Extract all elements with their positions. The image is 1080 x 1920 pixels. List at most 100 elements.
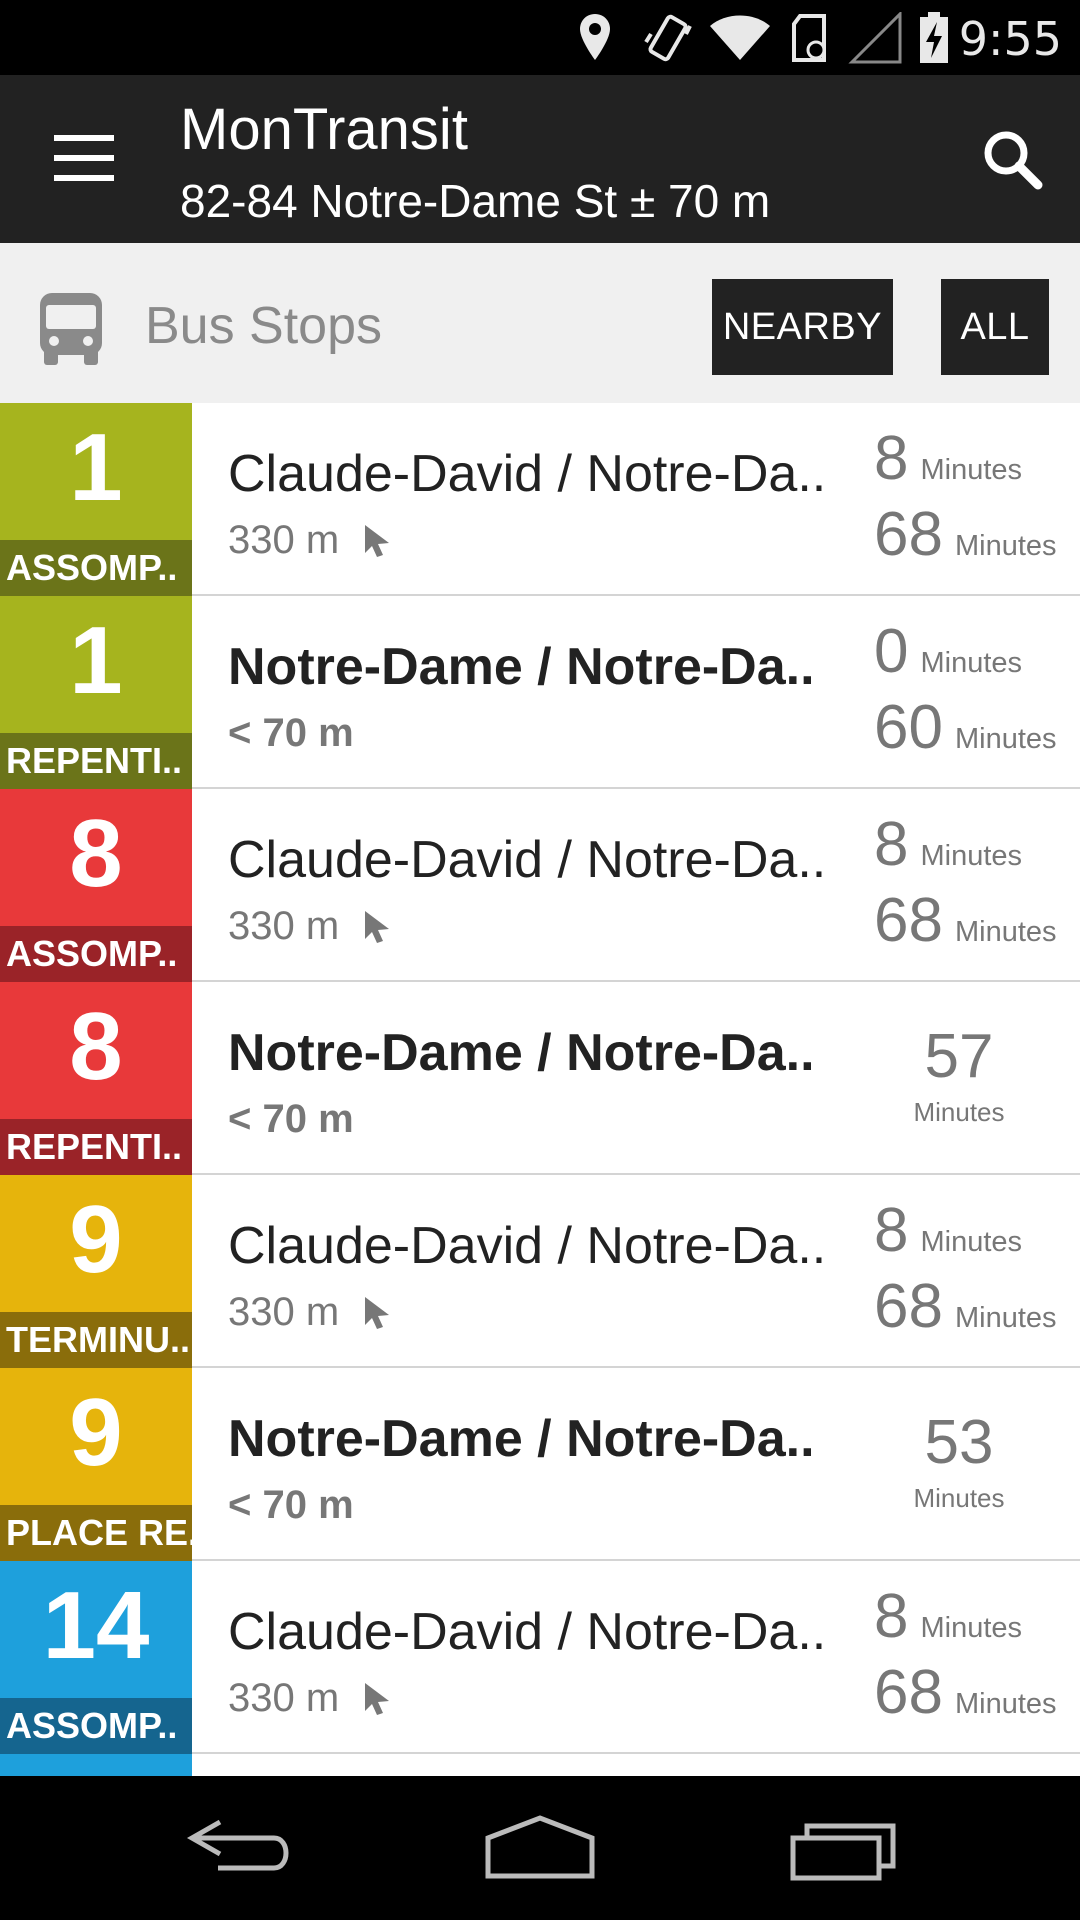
arrival-time-unit: Minutes	[920, 1612, 1023, 1644]
location-icon	[580, 14, 610, 60]
route-direction: TERMINU..	[0, 1312, 192, 1368]
stop-distance: 330 m	[228, 515, 393, 565]
stop-name: Claude-David / Notre-Da..	[228, 1217, 827, 1275]
arrival-time: 60 Minutes	[874, 690, 1057, 766]
all-button[interactable]: ALL	[941, 279, 1049, 375]
arrival-time: 8 Minutes	[874, 1193, 1044, 1269]
arrival-time-value: 8	[874, 424, 909, 493]
arrival-time: 8 Minutes	[874, 1579, 1044, 1655]
arrival-time-value: 68	[874, 500, 943, 569]
list-item[interactable]: 8 ASSOMP.. Claude-David / Notre-Da.. 330 m 8…	[0, 789, 1080, 982]
list-item-partial	[0, 1754, 192, 1776]
route-number: 1	[69, 414, 123, 521]
arrival-time-unit: Minutes	[920, 647, 1023, 679]
status-time: 9:55	[958, 12, 1062, 66]
home-icon[interactable]	[470, 1808, 610, 1888]
arrival-times: 8 Minutes 68 Minutes	[874, 421, 1057, 573]
section-header: Bus Stops NEARBY ALL	[0, 243, 1080, 403]
distance-value: < 70 m	[228, 1483, 354, 1527]
arrival-time: 68 Minutes	[874, 1655, 1057, 1731]
arrival-times: 8 Minutes 68 Minutes	[874, 1193, 1057, 1345]
arrival-time-value: 60	[874, 693, 943, 762]
stop-name: Notre-Dame / Notre-Da..	[228, 1410, 815, 1468]
compass-arrow-icon	[365, 525, 390, 557]
stop-distance: 330 m	[228, 1287, 393, 1337]
route-direction: ASSOMP..	[0, 540, 192, 596]
arrival-times: 0 Minutes 60 Minutes	[874, 614, 1057, 766]
list-item[interactable]: 9 PLACE RE.. Notre-Dame / Notre-Da.. < 70 m…	[0, 1368, 1080, 1561]
arrival-times: 8 Minutes 68 Minutes	[874, 1579, 1057, 1731]
bus-icon	[40, 293, 102, 365]
route-number: 8	[69, 800, 123, 907]
search-icon[interactable]	[968, 115, 1058, 205]
arrival-time-value: 57	[924, 1022, 994, 1091]
arrival-time-value: 53	[924, 1408, 994, 1477]
stop-distance: < 70 m	[228, 708, 354, 758]
stop-distance: 330 m	[228, 1673, 393, 1723]
stop-name: Notre-Dame / Notre-Da..	[228, 638, 815, 696]
arrival-time-unit: Minutes	[954, 1688, 1057, 1720]
arrival-time-unit: Minutes	[954, 1302, 1057, 1334]
list-item[interactable]: 9 TERMINU.. Claude-David / Notre-Da.. 330 m…	[0, 1175, 1080, 1368]
arrival-time-unit: Minutes	[954, 530, 1057, 562]
arrival-time-value: 8	[874, 810, 909, 879]
stop-name: Notre-Dame / Notre-Da..	[228, 1024, 815, 1082]
wifi-icon	[710, 15, 770, 60]
stop-distance: 330 m	[228, 901, 393, 951]
arrival-time-unit: Minutes	[954, 723, 1057, 755]
arrival-time-value: 68	[874, 1658, 943, 1727]
route-badge: 8 ASSOMP..	[0, 789, 192, 982]
arrival-time-unit: Minutes	[920, 454, 1023, 486]
route-badge: 9 PLACE RE..	[0, 1368, 192, 1561]
back-icon[interactable]	[170, 1808, 310, 1888]
app-title: MonTransit	[180, 97, 468, 162]
recents-icon[interactable]	[775, 1808, 915, 1888]
route-direction: ASSOMP..	[0, 926, 192, 982]
distance-value: 330 m	[228, 904, 340, 948]
sd-card-icon	[792, 14, 826, 62]
route-direction: REPENTI..	[0, 733, 192, 789]
route-number: 14	[42, 1572, 150, 1679]
route-number: 1	[69, 607, 123, 714]
route-badge: 1 REPENTI..	[0, 596, 192, 789]
arrival-time: 8 Minutes	[874, 421, 1044, 497]
route-number: 9	[69, 1379, 123, 1486]
stop-name: Claude-David / Notre-Da..	[228, 1603, 827, 1661]
arrival-time-value: 8	[874, 1196, 909, 1265]
distance-value: 330 m	[228, 1290, 340, 1334]
route-direction: REPENTI..	[0, 1119, 192, 1175]
route-number: 8	[69, 993, 123, 1100]
status-bar: 9:55	[0, 0, 1080, 75]
list-item[interactable]: 1 ASSOMP.. Claude-David / Notre-Da.. 330 m 8…	[0, 403, 1080, 596]
section-title: Bus Stops	[145, 297, 383, 355]
stop-distance: < 70 m	[228, 1480, 354, 1530]
distance-value: 330 m	[228, 1676, 340, 1720]
route-badge: 1 ASSOMP..	[0, 403, 192, 596]
route-badge: 14 ASSOMP..	[0, 1561, 192, 1754]
arrival-time-unit: Minutes	[913, 1483, 1005, 1513]
list-item[interactable]: 14 ASSOMP.. Claude-David / Notre-Da.. 330 m…	[0, 1561, 1080, 1754]
list-item[interactable]: 1 REPENTI.. Notre-Dame / Notre-Da.. < 70 m 0…	[0, 596, 1080, 789]
list-item[interactable]: 8 REPENTI.. Notre-Dame / Notre-Da.. < 70 m 5…	[0, 982, 1080, 1175]
compass-arrow-icon	[365, 1683, 390, 1715]
route-direction: PLACE RE..	[0, 1505, 192, 1561]
arrival-time-value: 0	[874, 617, 909, 686]
arrival-time: 8 Minutes	[874, 807, 1044, 883]
arrival-time-unit: Minutes	[920, 1226, 1023, 1258]
stop-name: Claude-David / Notre-Da..	[228, 445, 827, 503]
route-number: 9	[69, 1186, 123, 1293]
arrival-time: 0 Minutes	[874, 614, 1044, 690]
distance-value: < 70 m	[228, 1097, 354, 1141]
arrival-times: 8 Minutes 68 Minutes	[874, 807, 1057, 959]
arrival-time: 53 Minutes	[874, 1406, 1044, 1516]
distance-value: < 70 m	[228, 711, 354, 755]
route-badge: 9 TERMINU..	[0, 1175, 192, 1368]
nearby-button[interactable]: NEARBY	[712, 279, 893, 375]
arrival-time: 68 Minutes	[874, 497, 1057, 573]
arrival-time-unit: Minutes	[954, 916, 1057, 948]
hamburger-menu-icon[interactable]	[40, 125, 126, 191]
stop-name: Claude-David / Notre-Da..	[228, 831, 827, 889]
route-direction: ASSOMP..	[0, 1698, 192, 1754]
distance-value: 330 m	[228, 518, 340, 562]
arrival-time-value: 68	[874, 886, 943, 955]
